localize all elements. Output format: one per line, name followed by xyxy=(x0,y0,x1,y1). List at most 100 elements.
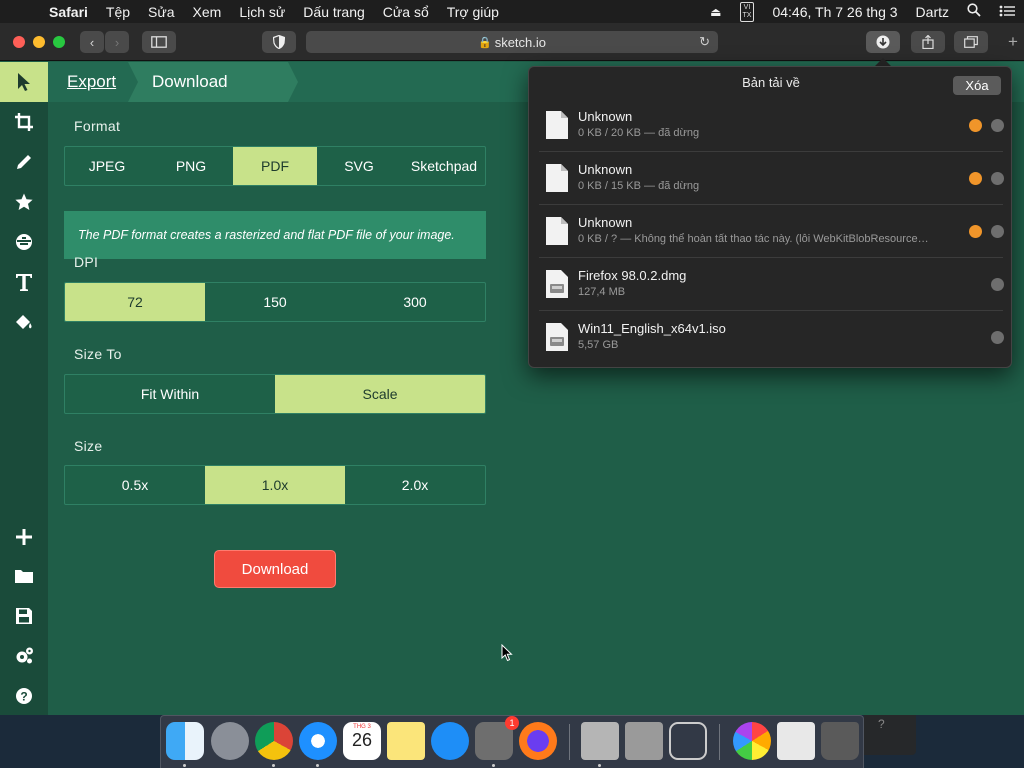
download-item-name: Unknown xyxy=(578,215,633,230)
reveal-in-finder-icon[interactable] xyxy=(991,225,1004,238)
address-bar[interactable]: 🔒 sketch.io ↻ xyxy=(306,31,718,53)
size-label: Size xyxy=(74,438,103,454)
dpi-option-72[interactable]: 72 xyxy=(65,283,205,321)
download-item[interactable]: Firefox 98.0.2.dmg 127,4 MB xyxy=(539,258,1004,311)
settings-button[interactable] xyxy=(0,636,48,676)
menu-window[interactable]: Cửa sổ xyxy=(374,4,438,20)
eject-icon[interactable]: ⏏ xyxy=(710,5,721,19)
privacy-report-button[interactable] xyxy=(262,31,296,53)
format-option-svg[interactable]: SVG xyxy=(317,147,401,185)
chrome-icon[interactable] xyxy=(255,722,293,760)
download-item[interactable]: Unknown 0 KB / 15 KB — đã dừng xyxy=(539,152,1004,205)
menu-view[interactable]: Xem xyxy=(184,4,231,20)
chevron-right-icon: › xyxy=(114,34,120,50)
fill-tool-button[interactable] xyxy=(0,302,48,342)
menu-history[interactable]: Lịch sử xyxy=(230,4,294,20)
format-option-jpeg[interactable]: JPEG xyxy=(65,147,149,185)
resume-download-icon[interactable] xyxy=(969,225,982,238)
add-layer-button[interactable] xyxy=(0,517,48,557)
back-button[interactable]: ‹ xyxy=(80,31,104,53)
zoom-window-button[interactable] xyxy=(53,36,65,48)
safari-icon[interactable] xyxy=(299,722,337,760)
notes-icon[interactable] xyxy=(387,722,425,760)
help-tooltip-area: ? xyxy=(864,715,916,755)
system-preferences-icon[interactable]: 1 xyxy=(475,716,519,760)
format-option-sketchpad[interactable]: Sketchpad xyxy=(401,147,485,185)
crop-tool-button[interactable] xyxy=(0,102,48,142)
minimize-window-button[interactable] xyxy=(33,36,45,48)
finder-icon[interactable] xyxy=(166,722,204,760)
dpi-option-300[interactable]: 300 xyxy=(345,283,485,321)
downloads-button[interactable] xyxy=(866,31,900,53)
question-mark-icon[interactable]: ? xyxy=(878,717,885,731)
share-icon xyxy=(922,35,934,49)
size-to-label: Size To xyxy=(74,346,122,362)
download-button[interactable]: Download xyxy=(214,550,336,588)
app-store-icon[interactable] xyxy=(431,722,469,760)
paint-bucket-icon xyxy=(16,315,32,329)
format-option-pdf[interactable]: PDF xyxy=(233,147,317,185)
menu-bookmarks[interactable]: Dấu trang xyxy=(294,4,373,20)
resume-download-icon[interactable] xyxy=(969,172,982,185)
preview-icon[interactable] xyxy=(777,722,815,760)
tab-overview-button[interactable] xyxy=(954,31,988,53)
menu-edit[interactable]: Sửa xyxy=(139,4,184,20)
breadcrumb-export-link[interactable]: Export xyxy=(67,72,116,92)
disk-utility-icon[interactable] xyxy=(581,722,619,760)
save-button[interactable] xyxy=(0,596,48,636)
crop-icon xyxy=(15,113,33,131)
gears-icon xyxy=(16,647,33,664)
menubar-user[interactable]: Dartz xyxy=(916,4,949,20)
resume-download-icon[interactable] xyxy=(969,119,982,132)
input-badge-bottom: TX xyxy=(742,11,752,19)
reveal-in-finder-icon[interactable] xyxy=(991,278,1004,291)
system-information-icon[interactable] xyxy=(625,722,663,760)
input-source-badge[interactable]: VI TX xyxy=(739,1,755,22)
launchpad-icon[interactable] xyxy=(211,722,249,760)
reveal-in-finder-icon[interactable] xyxy=(991,331,1004,344)
size-to-option-fit-within[interactable]: Fit Within xyxy=(65,375,275,413)
download-arrow-icon xyxy=(876,35,890,49)
select-tool-button[interactable] xyxy=(0,62,48,102)
menu-help[interactable]: Trợ giúp xyxy=(438,4,508,20)
download-item[interactable]: Unknown 0 KB / ? — Không thể hoàn tất th… xyxy=(539,205,1004,258)
spotlight-search-icon[interactable] xyxy=(967,3,981,20)
text-tool-button[interactable] xyxy=(0,262,48,302)
dpi-label: DPI xyxy=(74,254,99,270)
dpi-option-150[interactable]: 150 xyxy=(205,283,345,321)
open-file-button[interactable] xyxy=(0,556,48,596)
forward-button[interactable]: › xyxy=(105,31,129,53)
pencil-tool-button[interactable] xyxy=(0,142,48,182)
shapes-tool-button[interactable] xyxy=(0,222,48,262)
close-window-button[interactable] xyxy=(13,36,25,48)
reveal-in-finder-icon[interactable] xyxy=(991,172,1004,185)
download-item[interactable]: Unknown 0 KB / 20 KB — đã dừng xyxy=(539,99,1004,152)
size-option-2-0x[interactable]: 2.0x xyxy=(345,466,485,504)
directory-utility-icon[interactable] xyxy=(669,722,707,760)
control-center-icon[interactable] xyxy=(999,4,1015,20)
size-option-1-0x[interactable]: 1.0x xyxy=(205,466,345,504)
size-to-option-scale[interactable]: Scale xyxy=(275,375,485,413)
download-item-status: 0 KB / 20 KB — đã dừng xyxy=(578,127,700,139)
trash-icon[interactable] xyxy=(821,722,859,760)
menu-app-name[interactable]: Safari xyxy=(40,4,97,20)
clear-downloads-button[interactable]: Xóa xyxy=(953,76,1001,95)
menu-file[interactable]: Tệp xyxy=(97,4,139,20)
download-item[interactable]: Win11_English_x64v1.iso 5,57 GB xyxy=(539,311,1004,364)
reload-icon[interactable]: ↻ xyxy=(699,34,710,50)
stamp-tool-button[interactable] xyxy=(0,182,48,222)
format-option-png[interactable]: PNG xyxy=(149,147,233,185)
size-option-0-5x[interactable]: 0.5x xyxy=(65,466,205,504)
calendar-day: 26 xyxy=(351,730,373,750)
sidebar-toggle-button[interactable] xyxy=(142,31,176,53)
reveal-in-finder-icon[interactable] xyxy=(991,119,1004,132)
menubar-clock[interactable]: 04:46, Th 7 26 thg 3 xyxy=(772,4,897,20)
size-to-selector: Fit Within Scale xyxy=(64,374,486,414)
new-tab-button[interactable]: + xyxy=(1002,29,1024,55)
photos-icon[interactable] xyxy=(733,722,771,760)
help-button[interactable]: ? xyxy=(0,676,48,715)
firefox-icon[interactable] xyxy=(519,722,557,760)
calendar-icon[interactable]: THG 3 26 xyxy=(343,722,381,760)
lock-icon: 🔒 xyxy=(477,36,492,49)
share-button[interactable] xyxy=(911,31,945,53)
